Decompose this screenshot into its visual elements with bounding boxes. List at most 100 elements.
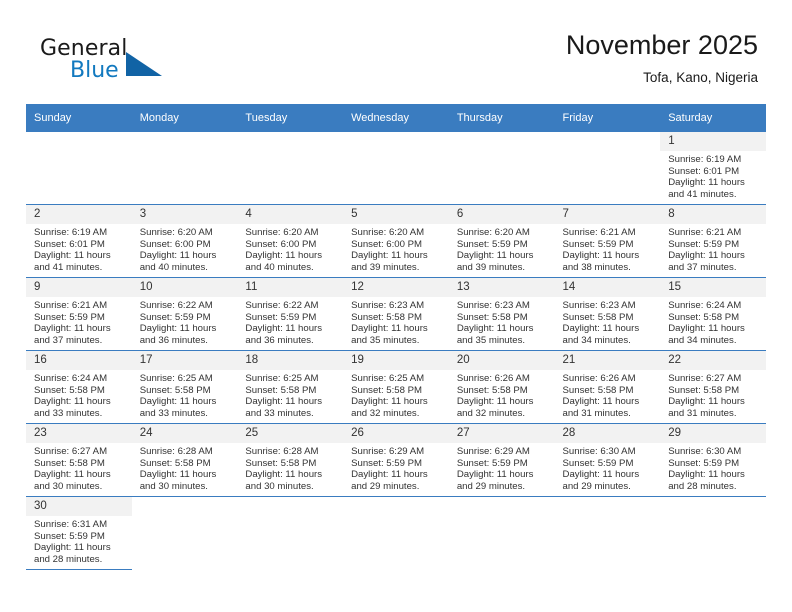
sunrise-text: Sunrise: 6:21 AM [34, 300, 108, 311]
sunset-text: Sunset: 5:58 PM [139, 384, 211, 396]
calendar-day-cell[interactable]: 6 Sunrise: 6:20 AM Sunset: 5:59 PM Daylight… [448, 204, 555, 278]
calendar-day-cell[interactable]: 19 Sunrise: 6:25 AM Sunset: 5:58 PM Dayligh… [343, 350, 449, 424]
calendar-day-cell[interactable]: 2 Sunrise: 6:19 AM Sunset: 6:01 PM Daylight… [26, 204, 132, 278]
sunrise-text: Sunrise: 6:28 AM [245, 446, 319, 457]
sunrise-text: Sunrise: 6:19 AM [668, 154, 742, 165]
day-number: 6 [448, 205, 555, 224]
day-number: 22 [660, 351, 766, 370]
daylight-text: Daylight: 11 hours and 34 minutes. [562, 323, 640, 346]
calendar-day-cell[interactable]: 3 Sunrise: 6:20 AM Sunset: 6:00 PM Daylight… [131, 204, 238, 278]
calendar-day-cell[interactable]: 20 Sunrise: 6:26 AM Sunset: 5:58 PM Dayligh… [448, 350, 555, 424]
calendar-day-cell[interactable]: 4 Sunrise: 6:20 AM Sunset: 6:00 PM Daylight… [237, 204, 344, 278]
calendar-week-row: 16 Sunrise: 6:24 AM Sunset: 5:58 PM Dayligh… [26, 350, 766, 424]
calendar-day-cell[interactable]: 8 Sunrise: 6:21 AM Sunset: 5:59 PM Daylight… [660, 204, 766, 278]
day-details: Sunrise: 6:27 AM Sunset: 5:58 PM Daylight:… [26, 443, 132, 492]
sunrise-text: Sunrise: 6:23 AM [562, 300, 636, 311]
calendar-day-cell[interactable]: 28 Sunrise: 6:30 AM Sunset: 5:59 PM Dayligh… [554, 423, 661, 497]
calendar-table: Sunday Monday Tuesday Wednesday Thursday Frid… [26, 104, 766, 570]
calendar-day-cell[interactable]: 27 Sunrise: 6:29 AM Sunset: 5:59 PM Dayligh… [448, 423, 555, 497]
sunset-text: Sunset: 5:58 PM [456, 384, 528, 396]
day-details: Sunrise: 6:19 AM Sunset: 6:01 PM Daylight:… [26, 224, 132, 273]
sunset-text: Sunset: 5:58 PM [351, 311, 423, 323]
calendar-day-cell[interactable]: 18 Sunrise: 6:25 AM Sunset: 5:58 PM Dayligh… [237, 350, 344, 424]
day-details: Sunrise: 6:25 AM Sunset: 5:58 PM Daylight:… [132, 370, 238, 419]
sunset-text: Sunset: 6:00 PM [245, 238, 317, 250]
sunset-text: Sunset: 6:00 PM [139, 238, 211, 250]
sunset-text: Sunset: 5:59 PM [34, 530, 105, 542]
calendar-day-cell[interactable]: 15 Sunrise: 6:24 AM Sunset: 5:58 PM Dayligh… [660, 277, 766, 351]
sunset-text: Sunset: 5:58 PM [245, 384, 317, 396]
calendar-day-cell[interactable]: 30 Sunrise: 6:31 AM Sunset: 5:59 PM Dayligh… [26, 496, 132, 570]
day-details: Sunrise: 6:25 AM Sunset: 5:58 PM Daylight:… [343, 370, 449, 419]
sunrise-text: Sunrise: 6:24 AM [668, 300, 742, 311]
sunset-text: Sunset: 5:58 PM [34, 384, 105, 396]
day-details: Sunrise: 6:23 AM Sunset: 5:58 PM Daylight:… [555, 297, 661, 346]
sunrise-text: Sunrise: 6:27 AM [668, 373, 742, 384]
calendar-week-row: 30 Sunrise: 6:31 AM Sunset: 5:59 PM Dayligh… [26, 496, 766, 570]
calendar-cell-blank [554, 496, 661, 570]
sunrise-text: Sunrise: 6:19 AM [34, 227, 108, 238]
day-number: 15 [660, 278, 766, 297]
calendar-day-cell[interactable]: 14 Sunrise: 6:23 AM Sunset: 5:58 PM Dayligh… [554, 277, 661, 351]
calendar-day-cell[interactable]: 16 Sunrise: 6:24 AM Sunset: 5:58 PM Dayligh… [26, 350, 132, 424]
sunset-text: Sunset: 5:58 PM [562, 311, 634, 323]
day-number: 8 [660, 205, 766, 224]
sunrise-text: Sunrise: 6:31 AM [34, 519, 108, 530]
calendar-day-cell[interactable]: 13 Sunrise: 6:23 AM Sunset: 5:58 PM Dayligh… [448, 277, 555, 351]
day-details: Sunrise: 6:21 AM Sunset: 5:59 PM Daylight:… [660, 224, 766, 273]
day-number: 19 [343, 351, 449, 370]
daylight-text: Daylight: 11 hours and 35 minutes. [351, 323, 428, 346]
day-details: Sunrise: 6:20 AM Sunset: 6:00 PM Daylight:… [132, 224, 238, 273]
weekday-header-saturday: Saturday [660, 104, 766, 132]
day-details: Sunrise: 6:22 AM Sunset: 5:59 PM Daylight:… [237, 297, 343, 346]
calendar-day-cell[interactable]: 10 Sunrise: 6:22 AM Sunset: 5:59 PM Dayligh… [131, 277, 238, 351]
day-number: 13 [448, 278, 555, 297]
sunset-text: Sunset: 5:58 PM [668, 311, 740, 323]
sunrise-text: Sunrise: 6:27 AM [34, 446, 108, 457]
sunrise-text: Sunrise: 6:21 AM [668, 227, 742, 238]
calendar-day-cell[interactable]: 12 Sunrise: 6:23 AM Sunset: 5:58 PM Dayligh… [343, 277, 449, 351]
daylight-text: Daylight: 11 hours and 33 minutes. [34, 396, 111, 419]
calendar-body: 1 Sunrise: 6:19 AM Sunset: 6:01 PM Daylight… [26, 132, 766, 570]
daylight-text: Daylight: 11 hours and 30 minutes. [34, 469, 111, 492]
calendar-day-cell[interactable]: 7 Sunrise: 6:21 AM Sunset: 5:59 PM Daylight… [554, 204, 661, 278]
calendar-day-cell[interactable]: 24 Sunrise: 6:28 AM Sunset: 5:58 PM Dayligh… [131, 423, 238, 497]
calendar-day-cell[interactable]: 23 Sunrise: 6:27 AM Sunset: 5:58 PM Dayligh… [26, 423, 132, 497]
calendar-day-cell[interactable]: 17 Sunrise: 6:25 AM Sunset: 5:58 PM Dayligh… [131, 350, 238, 424]
sunset-text: Sunset: 5:58 PM [668, 384, 740, 396]
calendar-cell-empty [26, 132, 132, 205]
sunset-text: Sunset: 5:58 PM [351, 384, 423, 396]
day-details: Sunrise: 6:23 AM Sunset: 5:58 PM Daylight:… [449, 297, 555, 346]
sunset-text: Sunset: 5:59 PM [456, 457, 528, 469]
daylight-text: Daylight: 11 hours and 37 minutes. [668, 250, 745, 273]
daylight-text: Daylight: 11 hours and 39 minutes. [456, 250, 534, 273]
daylight-text: Daylight: 11 hours and 41 minutes. [34, 250, 111, 273]
calendar-day-cell[interactable]: 11 Sunrise: 6:22 AM Sunset: 5:59 PM Dayligh… [237, 277, 344, 351]
calendar-day-cell[interactable]: 26 Sunrise: 6:29 AM Sunset: 5:59 PM Dayligh… [343, 423, 449, 497]
calendar-day-cell[interactable]: 21 Sunrise: 6:26 AM Sunset: 5:58 PM Dayligh… [554, 350, 661, 424]
day-details: Sunrise: 6:19 AM Sunset: 6:01 PM Daylight:… [660, 151, 766, 200]
day-number: 4 [237, 205, 344, 224]
sunrise-text: Sunrise: 6:20 AM [139, 227, 213, 238]
sunrise-text: Sunrise: 6:22 AM [245, 300, 319, 311]
day-number: 11 [237, 278, 344, 297]
day-details: Sunrise: 6:24 AM Sunset: 5:58 PM Daylight:… [660, 297, 766, 346]
calendar-day-cell[interactable]: 29 Sunrise: 6:30 AM Sunset: 5:59 PM Dayligh… [660, 423, 766, 497]
daylight-text: Daylight: 11 hours and 40 minutes. [139, 250, 217, 273]
calendar-day-cell[interactable]: 22 Sunrise: 6:27 AM Sunset: 5:58 PM Dayligh… [660, 350, 766, 424]
sunrise-text: Sunrise: 6:24 AM [34, 373, 108, 384]
calendar-day-cell[interactable]: 1 Sunrise: 6:19 AM Sunset: 6:01 PM Daylight… [660, 132, 766, 205]
brand-logo[interactable]: General Blue [40, 36, 220, 98]
day-details: Sunrise: 6:29 AM Sunset: 5:59 PM Daylight:… [343, 443, 449, 492]
day-details: Sunrise: 6:21 AM Sunset: 5:59 PM Daylight:… [555, 224, 661, 273]
sunset-text: Sunset: 5:59 PM [562, 457, 634, 469]
day-details: Sunrise: 6:28 AM Sunset: 5:58 PM Daylight:… [132, 443, 238, 492]
sunrise-text: Sunrise: 6:29 AM [456, 446, 530, 457]
calendar-day-cell[interactable]: 5 Sunrise: 6:20 AM Sunset: 6:00 PM Daylight… [343, 204, 449, 278]
weekday-header-tuesday: Tuesday [237, 104, 344, 132]
calendar-container: Sunday Monday Tuesday Wednesday Thursday Frid… [26, 104, 766, 570]
daylight-text: Daylight: 11 hours and 32 minutes. [351, 396, 428, 419]
calendar-day-cell[interactable]: 9 Sunrise: 6:21 AM Sunset: 5:59 PM Daylight… [26, 277, 132, 351]
day-details: Sunrise: 6:31 AM Sunset: 5:59 PM Daylight:… [26, 516, 132, 565]
calendar-day-cell[interactable]: 25 Sunrise: 6:28 AM Sunset: 5:58 PM Dayligh… [237, 423, 344, 497]
